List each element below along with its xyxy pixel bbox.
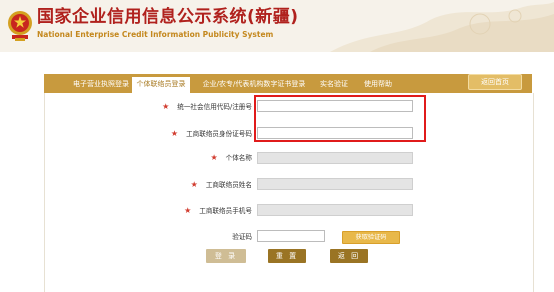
required-star-icon: ★: [210, 153, 218, 162]
required-star-icon: ★: [184, 206, 192, 215]
field-label-credit-code: ★ 统一社会信用代码/注册号: [162, 102, 252, 111]
site-header: 国家企业信用信息公示系统(新疆) National Enterprise Cre…: [0, 0, 554, 52]
field-label-captcha: 验证码: [232, 233, 252, 241]
required-star-icon: ★: [190, 180, 198, 189]
page-title: 国家企业信用信息公示系统(新疆): [37, 7, 299, 27]
required-star-icon: ★: [162, 102, 170, 111]
login-button[interactable]: 登 录: [206, 249, 246, 263]
return-home-button[interactable]: 返回首页: [468, 74, 522, 90]
tab-help[interactable]: 使用帮助: [358, 74, 398, 93]
field-label-business-name: ★ 个体名称: [210, 153, 252, 162]
field-label-contact-name: ★ 工商联络员姓名: [190, 180, 252, 189]
national-emblem-icon: [8, 11, 32, 41]
business-name-input: [257, 152, 413, 164]
get-verification-code-button[interactable]: 获取验证码: [342, 231, 400, 244]
field-label-contact-phone: ★ 工商联络员手机号: [184, 206, 252, 215]
highlight-box: [254, 95, 426, 142]
captcha-input[interactable]: [257, 230, 325, 242]
decorative-pattern: [330, 2, 554, 52]
contact-name-input: [257, 178, 413, 190]
tab-digital-certificate-login[interactable]: 企业/农专/代表机构数字证书登录: [196, 74, 312, 93]
reset-button[interactable]: 重 置: [268, 249, 306, 263]
tab-individual-contact-login[interactable]: 个体联络员登录: [132, 77, 190, 93]
page-subtitle: National Enterprise Credit Information P…: [37, 30, 274, 39]
required-star-icon: ★: [170, 129, 179, 138]
tab-real-name-verification[interactable]: 实名验证: [314, 74, 354, 93]
tab-electronic-license-login[interactable]: 电子营业执照登录: [60, 74, 142, 93]
login-tabs: 电子营业执照登录 个体联络员登录 企业/农专/代表机构数字证书登录 实名验证 使…: [44, 74, 532, 93]
field-label-contact-id: ★ 工商联络员身份证号码: [170, 129, 252, 138]
contact-phone-input: [257, 204, 413, 216]
back-button[interactable]: 返 回: [330, 249, 368, 263]
